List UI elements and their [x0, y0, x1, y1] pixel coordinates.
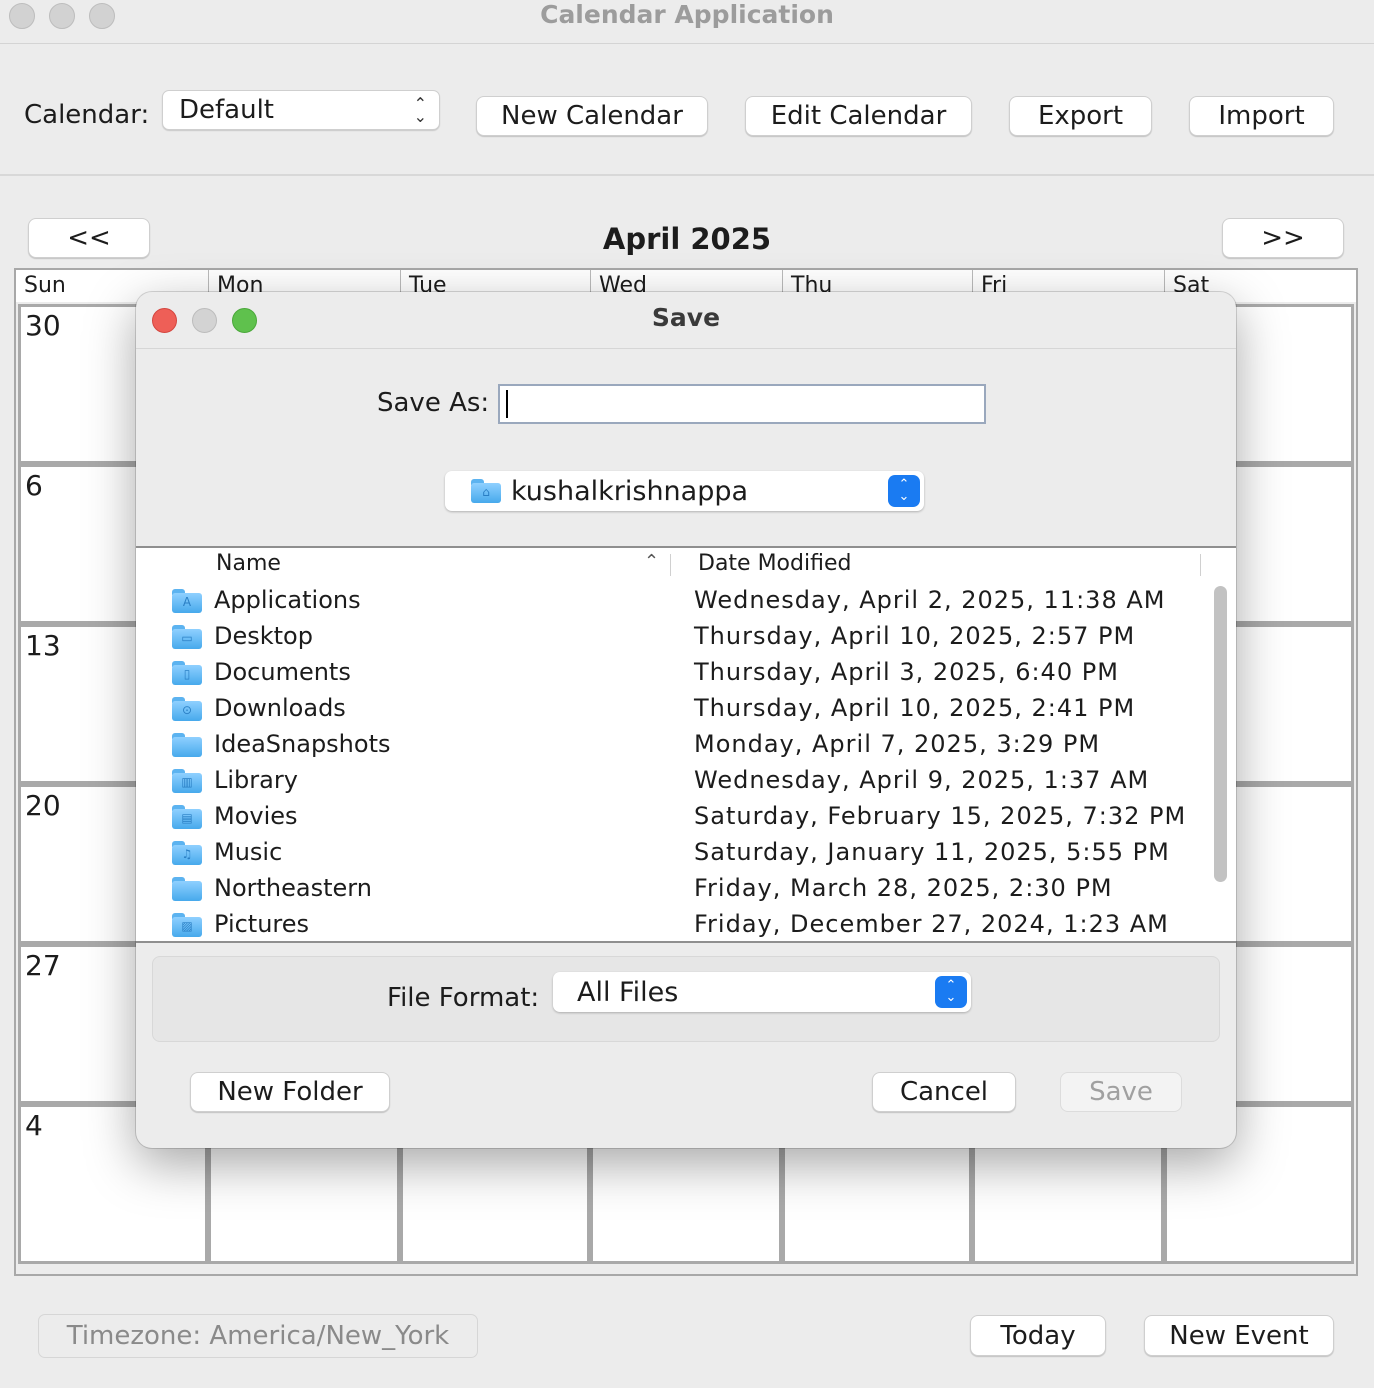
file-date: Saturday, February 15, 2025, 7:32 PM [694, 802, 1187, 830]
calendar-select-value: Default [179, 95, 274, 125]
file-name: Pictures [214, 910, 310, 938]
file-date: Friday, December 27, 2024, 1:23 AM [694, 910, 1169, 938]
documents-folder-icon: ▯ [172, 661, 202, 685]
file-name: Documents [214, 658, 351, 686]
save-button[interactable]: Save [1060, 1072, 1182, 1112]
folder-icon [172, 877, 202, 901]
import-button[interactable]: Import [1189, 96, 1334, 136]
timezone-field: Timezone: America/New_York [38, 1314, 478, 1358]
location-select[interactable]: ⌂ kushalkrishnappa ⌃ ⌄ [445, 471, 924, 511]
calendar-toolbar: Calendar: Default ⌃ ⌄ New Calendar Edit C… [0, 46, 1374, 176]
next-month-button[interactable]: >> [1222, 218, 1344, 258]
file-name: Movies [214, 802, 298, 830]
up-down-stepper-icon: ⌃ ⌄ [888, 475, 920, 507]
cancel-button[interactable]: Cancel [872, 1072, 1016, 1112]
file-name: Applications [214, 586, 361, 614]
day-number: 27 [25, 949, 61, 982]
month-title: April 2025 [602, 222, 772, 256]
file-format-label: File Format: [387, 983, 540, 1013]
new-calendar-button[interactable]: New Calendar [476, 96, 708, 136]
day-number: 6 [25, 469, 43, 502]
file-format-panel: File Format: All Files ⌃ ⌄ [152, 956, 1220, 1042]
file-date: Thursday, April 10, 2025, 2:57 PM [694, 622, 1136, 650]
dialog-title: Save [651, 303, 721, 332]
movies-folder-icon: ▤ [172, 805, 202, 829]
file-row[interactable]: ▭ Desktop Thursday, April 10, 2025, 2:57… [136, 620, 1196, 656]
sort-ascending-icon: ⌃ [644, 551, 660, 572]
home-folder-icon: ⌂ [471, 479, 501, 503]
file-date: Monday, April 7, 2025, 3:29 PM [694, 730, 1101, 758]
file-name: Music [214, 838, 283, 866]
file-date: Thursday, April 3, 2025, 6:40 PM [694, 658, 1119, 686]
new-event-button[interactable]: New Event [1144, 1315, 1334, 1356]
library-folder-icon: ▥ [172, 769, 202, 793]
window-title: Calendar Application [540, 0, 834, 29]
file-date: Thursday, April 10, 2025, 2:41 PM [694, 694, 1136, 722]
downloads-folder-icon: ⊙ [172, 697, 202, 721]
file-row[interactable]: IdeaSnapshots Monday, April 7, 2025, 3:2… [136, 728, 1196, 764]
main-titlebar: Calendar Application [0, 0, 1374, 44]
file-name: Northeastern [214, 874, 372, 902]
music-folder-icon: ♫ [172, 841, 202, 865]
calendar-select[interactable]: Default ⌃ ⌄ [162, 90, 440, 130]
file-row[interactable]: ♫ Music Saturday, January 11, 2025, 5:55… [136, 836, 1196, 872]
dialog-titlebar: Save [136, 292, 1236, 349]
file-row[interactable]: ▨ Pictures Friday, December 27, 2024, 1:… [136, 908, 1196, 944]
file-row[interactable]: ▯ Documents Thursday, April 3, 2025, 6:4… [136, 656, 1196, 692]
up-down-chevron-icon: ⌃ ⌄ [413, 94, 427, 126]
file-date: Wednesday, April 2, 2025, 11:38 AM [694, 586, 1166, 614]
file-format-value: All Files [577, 976, 679, 1008]
file-date: Wednesday, April 9, 2025, 1:37 AM [694, 766, 1150, 794]
day-number: 30 [25, 309, 61, 342]
file-row[interactable]: ⊙ Downloads Thursday, April 10, 2025, 2:… [136, 692, 1196, 728]
calendar-label: Calendar: [24, 100, 150, 130]
location-value: kushalkrishnappa [511, 475, 749, 507]
file-format-select[interactable]: All Files ⌃ ⌄ [553, 972, 971, 1012]
file-browser[interactable]: Name ⌃ Date Modified A Applications Wedn… [136, 546, 1236, 943]
export-button[interactable]: Export [1009, 96, 1152, 136]
save-as-input[interactable] [498, 384, 986, 424]
desktop-folder-icon: ▭ [172, 625, 202, 649]
file-row[interactable]: A Applications Wednesday, April 2, 2025,… [136, 584, 1196, 620]
day-number: 13 [25, 629, 61, 662]
file-row[interactable]: ▥ Library Wednesday, April 9, 2025, 1:37… [136, 764, 1196, 800]
new-folder-button[interactable]: New Folder [190, 1072, 390, 1112]
edit-calendar-button[interactable]: Edit Calendar [745, 96, 972, 136]
text-caret [506, 390, 508, 418]
today-button[interactable]: Today [970, 1315, 1106, 1356]
file-row[interactable]: ▤ Movies Saturday, February 15, 2025, 7:… [136, 800, 1196, 836]
day-number: 4 [25, 1109, 43, 1142]
applications-folder-icon: A [172, 589, 202, 613]
up-down-stepper-icon: ⌃ ⌄ [935, 976, 967, 1008]
file-row[interactable]: Northeastern Friday, March 28, 2025, 2:3… [136, 872, 1196, 908]
column-divider [1200, 554, 1201, 576]
folder-icon [172, 733, 202, 757]
file-date: Friday, March 28, 2025, 2:30 PM [694, 874, 1113, 902]
save-as-label: Save As: [377, 388, 490, 418]
column-divider [670, 554, 671, 576]
file-date: Saturday, January 11, 2025, 5:55 PM [694, 838, 1170, 866]
file-name: Desktop [214, 622, 313, 650]
file-name: Downloads [214, 694, 346, 722]
day-number: 20 [25, 789, 61, 822]
save-dialog: Save Save As: ⌂ kushalkrishnappa ⌃ ⌄ Name… [136, 292, 1236, 1148]
file-name: IdeaSnapshots [214, 730, 391, 758]
vertical-scrollbar[interactable] [1214, 586, 1227, 882]
pictures-folder-icon: ▨ [172, 913, 202, 937]
column-header-name[interactable]: Name [216, 548, 281, 580]
file-name: Library [214, 766, 298, 794]
column-header-date-modified[interactable]: Date Modified [698, 548, 851, 580]
